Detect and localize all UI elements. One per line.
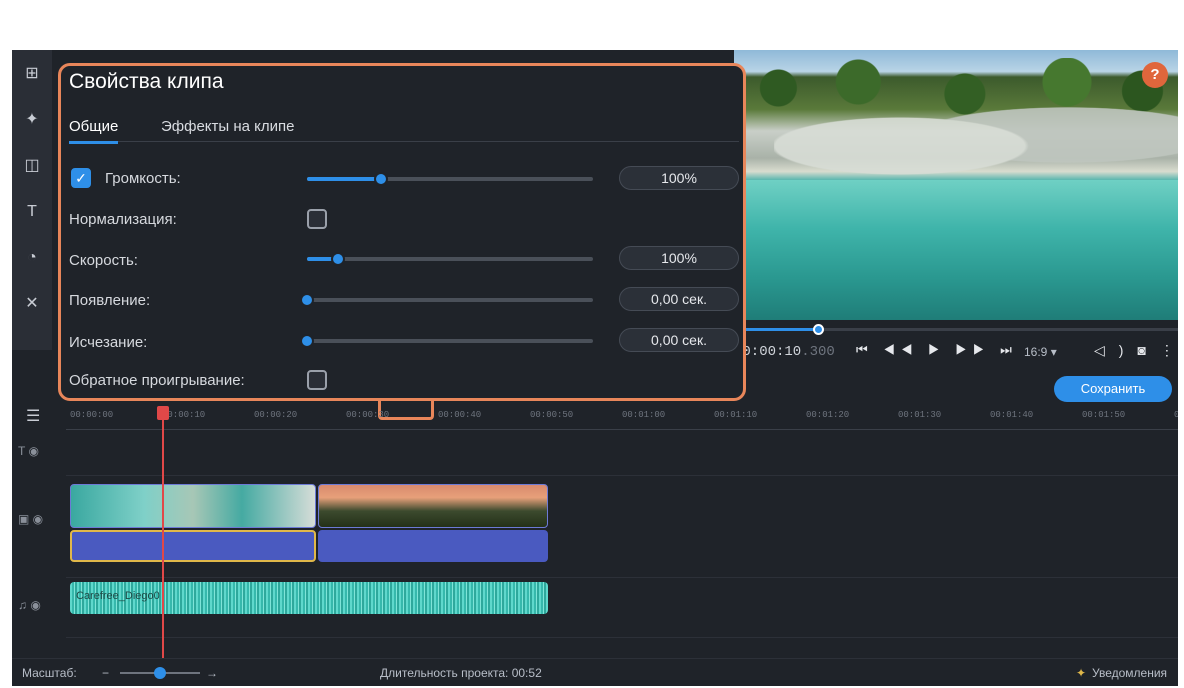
- normalization-checkbox[interactable]: [307, 209, 327, 229]
- video-clip-sunset[interactable]: [318, 484, 548, 528]
- preview-cliff: [774, 80, 1178, 190]
- playback-progress-knob[interactable]: [813, 324, 825, 335]
- movavi-editor-window: ⊞ ✦ ◫ T ◔ ✕ ? 00:00:10.300 ⏮ ◀◀ ▶ ▶▶ ⏭ 1…: [12, 50, 1178, 686]
- ruler-tick: 00:00:50: [530, 410, 574, 420]
- fade-out-slider[interactable]: [300, 334, 593, 348]
- stickers-icon[interactable]: ◔: [20, 246, 44, 270]
- volume-value[interactable]: 100%: [619, 166, 739, 190]
- title-track-icon: T ◉: [18, 444, 39, 458]
- ruler-tick: 00:01:10: [714, 410, 758, 420]
- snapshot-icon[interactable]: ◙: [1137, 342, 1159, 358]
- fade-out-slider-knob[interactable]: [300, 334, 314, 348]
- zoom-in-icon[interactable]: →: [206, 666, 218, 680]
- bottom-status-bar: Масштаб: − → Длительность проекта: 00:52…: [12, 658, 1178, 686]
- playhead[interactable]: [162, 408, 164, 658]
- player-extra-icons: ◁)◙⋮: [1094, 342, 1178, 359]
- ruler-tick: 00:01:20: [806, 410, 850, 420]
- volume-checkbox[interactable]: ✓: [71, 168, 91, 188]
- volume-slider-fill: [307, 177, 382, 181]
- save-button[interactable]: Сохранить: [1054, 376, 1172, 402]
- ruler-tick: 00:01:00: [622, 410, 666, 420]
- video-clip-sea-audio[interactable]: [70, 530, 316, 562]
- zoom-slider[interactable]: [120, 667, 200, 679]
- ruler-tick: 00:00:00: [70, 410, 114, 420]
- fade-in-label: Появление:: [69, 292, 151, 309]
- video-clip-sea[interactable]: [70, 484, 316, 528]
- ruler-tick: 00:01:40: [990, 410, 1034, 420]
- fade-out-label: Исчезание:: [69, 334, 148, 351]
- notifications-label[interactable]: Уведомления: [1092, 666, 1167, 680]
- volume-slider[interactable]: [307, 172, 593, 186]
- notifications-icon[interactable]: ✦: [1076, 666, 1086, 680]
- ruler-tick: 00:01:50: [1082, 410, 1126, 420]
- volume-label: Громкость:: [105, 170, 181, 187]
- speed-slider-knob[interactable]: [331, 252, 346, 266]
- timecode-ms: .300: [801, 344, 835, 360]
- title-track: T ◉: [18, 430, 1178, 476]
- transport-controls[interactable]: ⏮ ◀◀ ▶ ▶▶ ⏭: [856, 342, 1018, 358]
- magic-wand-icon[interactable]: ✦: [20, 108, 44, 132]
- add-track-icon[interactable]: ☰: [26, 406, 40, 426]
- zoom-out-icon[interactable]: −: [102, 666, 109, 680]
- left-tool-sidebar: ⊞ ✦ ◫ T ◔ ✕: [12, 50, 52, 350]
- panel-title: Свойства клипа: [69, 70, 224, 93]
- volume-slider-knob[interactable]: [374, 172, 389, 186]
- video-track: ▣ ◉: [18, 476, 1178, 578]
- panel-tabs: Общие Эффекты на клипе: [69, 118, 739, 144]
- video-track-icon: ▣ ◉: [18, 512, 44, 526]
- playback-bar: 00:00:10.300 ⏮ ◀◀ ▶ ▶▶ ⏭ 16:9 ▾ ◁)◙⋮: [734, 320, 1178, 372]
- help-button[interactable]: ?: [1142, 62, 1168, 88]
- audio-track-icon: ♫ ◉: [18, 598, 41, 612]
- playback-progress[interactable]: [734, 324, 1178, 335]
- ruler-tick: 00:01:30: [898, 410, 942, 420]
- clip-properties-panel: Свойства клипа Общие Эффекты на клипе ✓ …: [58, 63, 746, 401]
- fade-out-value[interactable]: 0,00 сек.: [619, 328, 739, 352]
- speed-label: Скорость:: [69, 252, 138, 269]
- ruler-tick: 00:00:20: [254, 410, 298, 420]
- fade-in-value[interactable]: 0,00 сек.: [619, 287, 739, 311]
- reverse-label: Обратное проигрывание:: [69, 372, 245, 389]
- more-tools-icon[interactable]: ✕: [20, 292, 44, 316]
- timecode: 00:00:10.300: [734, 344, 835, 360]
- volume-icon[interactable]: ◁): [1094, 342, 1137, 358]
- ruler-tick: 00:: [1174, 410, 1178, 420]
- video-preview: ?: [734, 50, 1178, 320]
- audio-clip[interactable]: Carefree_Diego0: [70, 582, 548, 614]
- more-menu-icon[interactable]: ⋮: [1160, 342, 1178, 358]
- normalization-label: Нормализация:: [69, 211, 177, 228]
- preview-sea: [734, 180, 1178, 320]
- ruler-tick: 00:00:40: [438, 410, 482, 420]
- fade-in-slider[interactable]: [300, 293, 593, 307]
- project-duration: Длительность проекта: 00:52: [380, 666, 542, 680]
- reverse-checkbox[interactable]: [307, 370, 327, 390]
- aspect-ratio-select[interactable]: 16:9 ▾: [1024, 345, 1057, 359]
- import-icon[interactable]: ⊞: [20, 62, 44, 86]
- zoom-slider-knob[interactable]: [154, 667, 166, 679]
- speed-slider[interactable]: [307, 252, 593, 266]
- audio-clip-label: Carefree_Diego0: [76, 590, 160, 602]
- tab-clip-effects[interactable]: Эффекты на клипе: [161, 118, 294, 141]
- ruler-tick: 00:00:30: [346, 410, 390, 420]
- transitions-icon[interactable]: ◫: [20, 154, 44, 178]
- timeline-ruler[interactable]: 00:00:00 00:00:10 00:00:20 00:00:30 00:00:40…: [66, 408, 1178, 430]
- tab-general[interactable]: Общие: [69, 118, 119, 144]
- speed-value[interactable]: 100%: [619, 246, 739, 270]
- zoom-label: Масштаб:: [22, 666, 77, 680]
- video-clip-sunset-audio[interactable]: [318, 530, 548, 562]
- fade-in-slider-knob[interactable]: [300, 293, 314, 307]
- playback-progress-fill: [734, 328, 819, 331]
- titles-icon[interactable]: T: [20, 200, 44, 224]
- audio-track: ♫ ◉ Carefree_Diego0: [18, 578, 1178, 638]
